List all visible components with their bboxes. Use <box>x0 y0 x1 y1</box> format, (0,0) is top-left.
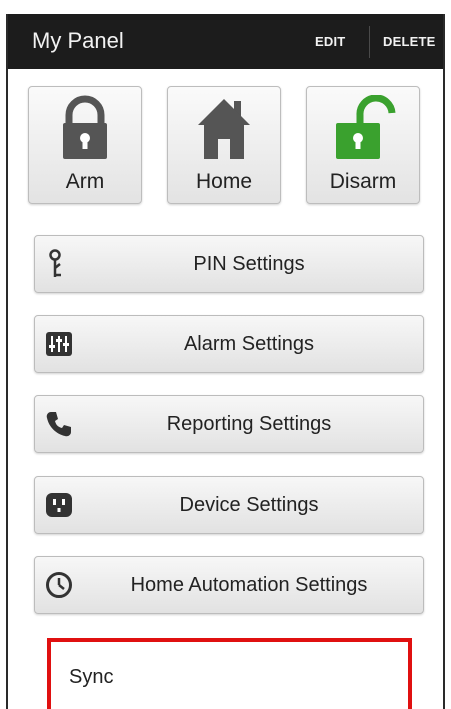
home-button[interactable]: Home <box>167 86 281 204</box>
reporting-settings-label: Reporting Settings <box>166 413 332 435</box>
home-automation-settings-button[interactable]: Home Automation Settings <box>34 556 424 614</box>
device-settings-label: Device Settings <box>179 494 319 516</box>
home-label: Home <box>195 170 253 193</box>
sliders-icon <box>45 330 73 358</box>
lock-open-icon <box>307 95 419 161</box>
disarm-label: Disarm <box>329 170 397 193</box>
sync-item[interactable]: Sync <box>47 638 412 709</box>
edit-button[interactable]: EDIT <box>315 34 345 49</box>
delete-button[interactable]: DELETE <box>383 34 435 49</box>
alarm-settings-label: Alarm Settings <box>183 333 315 355</box>
app-bar: My Panel EDIT DELETE <box>8 14 443 69</box>
pin-settings-label: PIN Settings <box>193 253 305 275</box>
arm-label: Arm <box>65 170 105 193</box>
house-icon <box>168 95 280 161</box>
reporting-settings-button[interactable]: Reporting Settings <box>34 395 424 453</box>
pin-settings-button[interactable]: PIN Settings <box>34 235 424 293</box>
disarm-button[interactable]: Disarm <box>306 86 420 204</box>
phone-screen: My Panel EDIT DELETE Arm Home Disarm PIN… <box>6 14 445 709</box>
phone-icon <box>45 410 73 438</box>
outlet-icon <box>45 491 73 519</box>
sync-label: Sync <box>69 666 114 688</box>
device-settings-button[interactable]: Device Settings <box>34 476 424 534</box>
page-title: My Panel <box>32 28 124 53</box>
alarm-settings-button[interactable]: Alarm Settings <box>34 315 424 373</box>
lock-closed-icon <box>29 95 141 161</box>
arm-button[interactable]: Arm <box>28 86 142 204</box>
key-icon <box>45 249 73 278</box>
clock-icon <box>45 571 73 599</box>
home-automation-settings-label: Home Automation Settings <box>130 574 368 596</box>
action-divider <box>369 26 370 58</box>
